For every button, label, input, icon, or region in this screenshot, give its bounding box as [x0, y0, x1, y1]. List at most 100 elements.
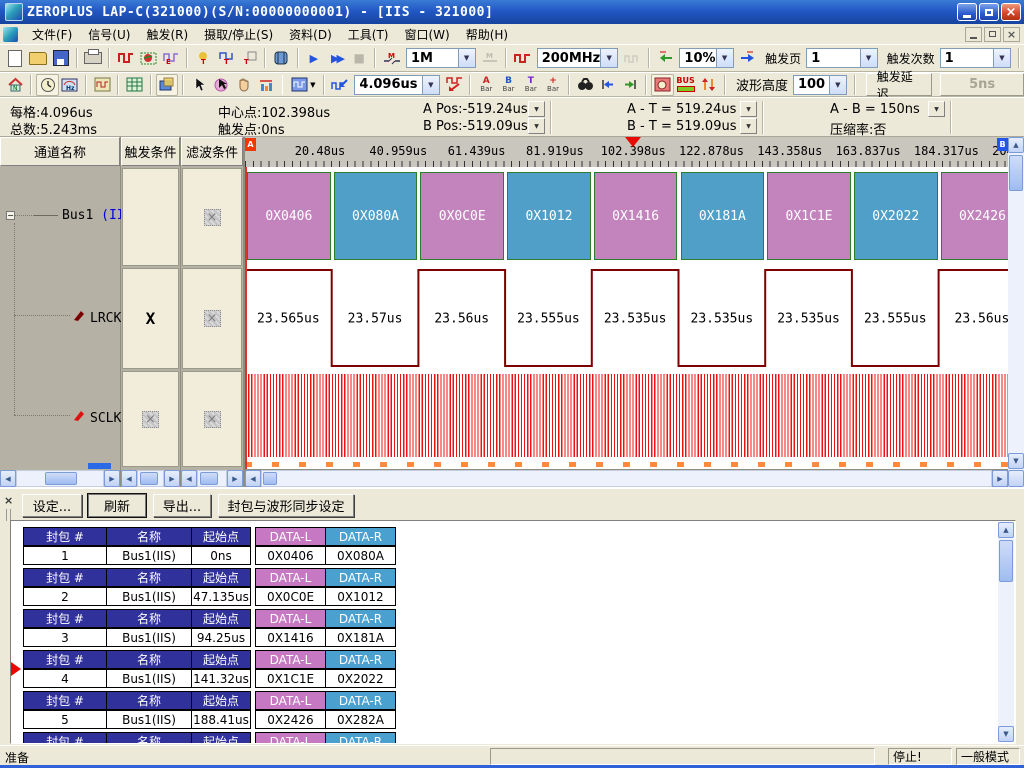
mdi-close-button[interactable]: × — [1003, 27, 1020, 42]
menu-item-6[interactable]: 工具(T) — [340, 24, 397, 45]
scroll-left-button[interactable]: ◀ — [245, 470, 261, 487]
packet-datar-header[interactable]: DATA-R — [325, 527, 396, 546]
menu-item-4[interactable]: 摄取/停止(S) — [196, 24, 281, 45]
packet-num-header[interactable]: 封包 # — [23, 650, 107, 669]
packet-start-value[interactable]: 94.25us — [191, 628, 251, 647]
chevron-down-icon[interactable]: ▼ — [860, 49, 877, 67]
scroll-track[interactable] — [16, 470, 104, 487]
save-button[interactable] — [49, 47, 72, 69]
b-t-dropdown[interactable]: ▼ — [740, 118, 757, 134]
packet-name-value[interactable]: Bus1(IIS) — [106, 587, 192, 606]
b-bar-handle[interactable]: B — [997, 138, 1008, 151]
packet-datal-header[interactable]: DATA-L — [255, 732, 326, 744]
sample-rate-button[interactable] — [511, 47, 534, 69]
trigger-mark-button[interactable]: T — [215, 47, 238, 69]
packet-datal-value[interactable]: 0X0C0E — [255, 587, 326, 606]
packet-start-value[interactable]: 0ns — [191, 546, 251, 565]
packet-datal-value[interactable]: 0X2426 — [255, 710, 326, 729]
minimize-button[interactable] — [957, 3, 977, 21]
bus-property-button[interactable] — [114, 47, 137, 69]
list-window-button[interactable] — [123, 74, 145, 96]
packet-datal-value[interactable]: 0X1C1E — [255, 669, 326, 688]
bus-value-segment[interactable]: 0X0C0E — [420, 172, 504, 260]
chevron-down-icon[interactable]: ▼ — [458, 49, 475, 67]
scroll-track[interactable] — [261, 470, 992, 487]
goto-previous-button[interactable] — [596, 74, 618, 96]
packet-datar-header[interactable]: DATA-R — [325, 609, 396, 628]
scroll-thumb[interactable] — [140, 472, 158, 485]
waveform-display[interactable]: 20.48us40.959us61.439us81.919us102.398us… — [245, 137, 1008, 469]
trigger-page-combo[interactable]: 1▼ — [806, 48, 877, 68]
packet-name-value[interactable]: Bus1(IIS) — [106, 669, 192, 688]
trigger-delay-button[interactable]: 触发延迟 — [866, 73, 933, 96]
bus-value-segment[interactable]: 0X1012 — [507, 172, 591, 260]
packet-settings-button[interactable]: 设定... — [22, 494, 82, 517]
select-tool-button[interactable] — [188, 74, 210, 96]
bus-trigger-setup-button[interactable]: E — [160, 47, 183, 69]
bus1-waveform-row[interactable]: 0X04060X080A0X0C0E0X10120X14160X181A0X1C… — [245, 167, 1008, 267]
dont-care-box[interactable]: × — [204, 310, 221, 327]
packet-sync-button[interactable]: 封包与波形同步设定 — [218, 494, 354, 517]
run-button[interactable]: ▶ — [303, 47, 326, 69]
packet-block[interactable]: 封包 #名称起始点DATA-LDATA-R5Bus1(IIS)188.41us0… — [23, 691, 995, 729]
packet-block[interactable]: 封包 #名称起始点DATA-LDATA-R1Bus1(IIS)0ns0X0406… — [23, 527, 995, 565]
close-button[interactable]: × — [1001, 3, 1021, 21]
menu-item-7[interactable]: 窗口(W) — [396, 24, 457, 45]
mark-tool-button[interactable] — [210, 74, 232, 96]
bus1-trigger-cell[interactable] — [122, 168, 179, 266]
packet-start-header[interactable]: 起始点 — [191, 568, 251, 587]
packet-num-header[interactable]: 封包 # — [23, 732, 107, 744]
bus-value-segment[interactable]: 0X1416 — [594, 172, 678, 260]
zoom-fit-button[interactable] — [329, 74, 351, 96]
a-pos-dropdown[interactable]: ▼ — [528, 101, 545, 117]
home-view-button[interactable]: N — [4, 74, 26, 96]
statistics-tool-button[interactable] — [255, 74, 277, 96]
packet-refresh-button[interactable]: 刷新 — [88, 494, 146, 517]
goto-wave-button[interactable] — [443, 74, 465, 96]
packet-name-value[interactable]: Bus1(IIS) — [106, 710, 192, 729]
packet-num-value[interactable]: 5 — [23, 710, 107, 729]
t-bar-button[interactable]: TBar — [520, 74, 542, 96]
trigger-property-button[interactable]: T — [192, 47, 215, 69]
chevron-down-icon[interactable]: ▼ — [993, 49, 1010, 67]
repeated-run-button[interactable]: ▶▶ — [325, 47, 348, 69]
new-file-button[interactable] — [4, 47, 27, 69]
bus-analysis-button[interactable]: BUS — [674, 74, 698, 96]
packet-datar-header[interactable]: DATA-R — [325, 568, 396, 587]
packet-datal-value[interactable]: 0X0406 — [255, 546, 326, 565]
panel-close-icon[interactable]: × — [4, 495, 13, 506]
packet-block[interactable]: 封包 #名称起始点DATA-LDATA-R4Bus1(IIS)141.32us0… — [23, 650, 995, 688]
compare-button[interactable] — [698, 74, 720, 96]
frequency-view-button[interactable]: Hz — [59, 74, 81, 96]
a-t-dropdown[interactable]: ▼ — [740, 101, 757, 117]
packet-datar-value[interactable]: 0X080A — [325, 546, 396, 565]
packet-vscrollbar[interactable]: ▲ ▼ — [998, 522, 1014, 742]
waveform-hscrollbar[interactable]: ◀ ▶ — [245, 470, 1008, 487]
packet-start-value[interactable]: 141.32us — [191, 669, 251, 688]
sclk-filter-cell[interactable]: × — [182, 371, 242, 467]
menu-item-1[interactable]: 文件(F) — [24, 24, 80, 45]
packet-num-header[interactable]: 封包 # — [23, 691, 107, 710]
packet-datal-header[interactable]: DATA-L — [255, 609, 326, 628]
packet-num-header[interactable]: 封包 # — [23, 568, 107, 587]
bus-value-segment[interactable]: 0X2426 — [941, 172, 1008, 260]
scroll-left-button[interactable]: ◀ — [181, 470, 197, 487]
packet-start-header[interactable]: 起始点 — [191, 650, 251, 669]
wave-mode-dropdown[interactable]: ▼ — [287, 74, 319, 96]
scroll-up-button[interactable]: ▲ — [998, 522, 1014, 538]
chevron-down-icon[interactable]: ▼ — [716, 49, 733, 67]
packet-num-value[interactable]: 4 — [23, 669, 107, 688]
packet-export-button[interactable]: 导出... — [153, 494, 211, 517]
trigger-page-button[interactable]: T — [237, 47, 260, 69]
center-marker-icon[interactable] — [625, 137, 641, 147]
mdi-minimize-button[interactable] — [965, 27, 982, 42]
menu-item-8[interactable]: 帮助(H) — [458, 24, 516, 45]
lrck-filter-cell[interactable]: × — [182, 268, 242, 369]
analyzer-setup-button[interactable] — [270, 47, 293, 69]
a-bar-handle[interactable]: A — [245, 138, 256, 151]
packet-datar-header[interactable]: DATA-R — [325, 691, 396, 710]
menu-item-2[interactable]: 信号(U) — [80, 24, 138, 45]
time-ruler[interactable]: 20.48us40.959us61.439us81.919us102.398us… — [245, 137, 1008, 168]
sclk-trigger-cell[interactable]: × — [122, 371, 179, 467]
wave-height-combo[interactable]: 100▼ — [793, 75, 847, 95]
